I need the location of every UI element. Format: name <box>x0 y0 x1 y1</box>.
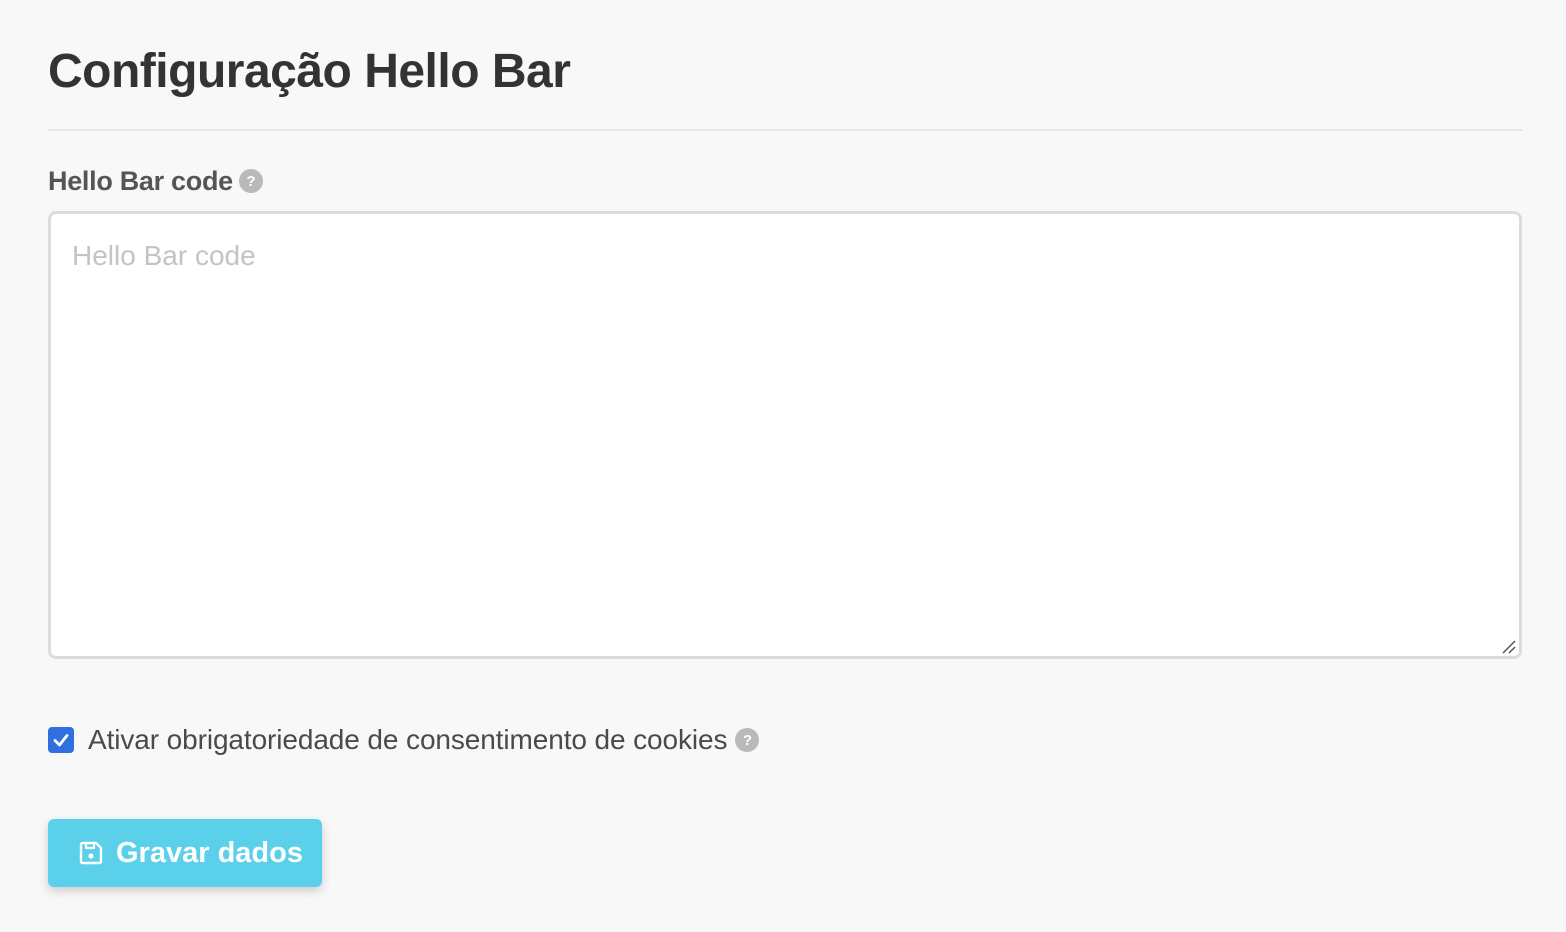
resize-handle-icon[interactable] <box>1500 638 1516 654</box>
help-icon[interactable]: ? <box>238 169 263 193</box>
title-divider <box>48 129 1522 131</box>
page-container: Configuração Hello Bar Hello Bar code ? … <box>0 0 1566 932</box>
help-icon[interactable]: ? <box>735 728 760 752</box>
hello-bar-code-textarea[interactable] <box>48 211 1522 659</box>
cookie-consent-label[interactable]: Ativar obrigatoriedade de consentimento … <box>88 724 728 756</box>
page-title: Configuração Hello Bar <box>48 45 571 98</box>
hello-bar-code-label-text: Hello Bar code <box>48 165 233 196</box>
cookie-consent-checkbox[interactable] <box>48 727 74 753</box>
save-button-label: Gravar dados <box>116 836 303 869</box>
floppy-disk-icon <box>79 841 103 865</box>
save-button[interactable]: Gravar dados <box>48 819 322 887</box>
checkmark-icon <box>53 734 69 747</box>
hello-bar-code-label: Hello Bar code ? <box>48 164 263 198</box>
cookie-consent-row: Ativar obrigatoriedade de consentimento … <box>48 722 760 758</box>
